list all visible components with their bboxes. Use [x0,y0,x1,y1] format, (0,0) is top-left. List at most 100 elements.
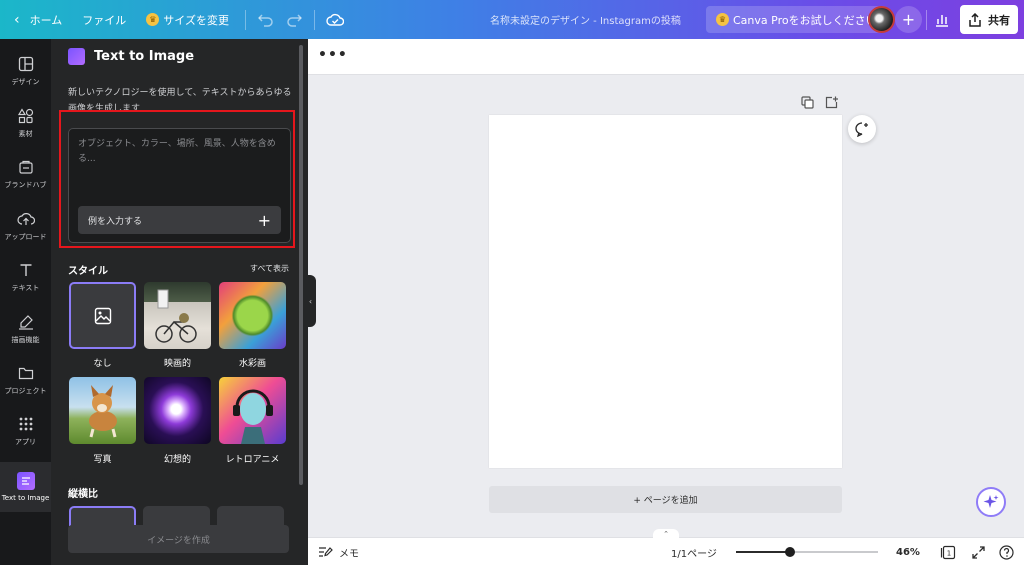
plus-icon: + [901,10,916,29]
pages-icon: 1 [940,545,956,560]
canvas-context-toolbar: ••• [308,39,1024,75]
style-tile-fantasy[interactable] [144,377,211,444]
help-button[interactable] [998,544,1014,560]
fullscreen-button[interactable] [970,544,986,560]
plus-icon: + [257,210,271,230]
notes-label: メモ [339,548,359,560]
fullscreen-icon [971,545,985,559]
rail-label: Text to Image [1,494,50,502]
resize-label: サイズを変更 [163,13,229,27]
document-title[interactable]: 名称未設定のデザイン - Instagramの投稿 [490,0,681,39]
rail-item-text-to-image[interactable]: Text to Image [0,462,51,512]
home-label: ホーム [29,13,63,27]
style-tile-watercolor[interactable] [219,282,286,349]
canva-pro-trial-button[interactable]: ♛ Canva Proをお試しください [706,6,887,33]
prompt-input[interactable] [69,129,290,199]
resize-button[interactable]: ♛ サイズを変更 [136,0,239,39]
aspect-ratio-title: 縦横比 [68,489,98,500]
rail-item-design[interactable]: デザイン [0,46,51,96]
pen-icon [17,313,35,331]
rail-item-apps[interactable]: アプリ [0,406,51,456]
text-to-image-icon [16,472,35,490]
home-button[interactable]: ‹ ホーム [0,0,72,39]
panel-scrollbar[interactable] [299,45,303,485]
style-tile-photo[interactable] [69,377,136,444]
style-section-title: スタイル [68,266,108,277]
panel-title-text: Text to Image [94,49,195,64]
add-page-above-button[interactable] [823,94,839,110]
rail-label: アップロード [4,233,47,241]
left-rail: デザイン 素材 ブランドハブ アップロード テキスト 描画機能 プロジェクト ア… [0,39,51,565]
page-grid-view-button[interactable]: 1 [940,544,956,560]
style-label: なし [93,359,112,369]
panel-title: Text to Image [68,48,194,65]
invite-plus-button[interactable]: + [895,6,922,33]
aspect-option-square[interactable] [69,506,136,526]
insights-button[interactable] [928,6,955,33]
style-label: 写真 [93,455,112,465]
zoom-percentage[interactable]: 46% [896,538,920,565]
more-options-icon[interactable]: ••• [318,47,348,63]
shapes-icon [17,107,35,125]
rail-label: ブランドハブ [4,181,47,189]
aspect-option-landscape[interactable] [217,506,284,526]
chevron-left-icon: ‹ [308,296,313,306]
toolbar-divider [313,9,315,30]
bar-chart-icon [935,14,948,27]
text-to-image-icon [68,48,85,65]
share-label: 共有 [988,13,1010,27]
redo-icon [287,13,302,27]
zoom-slider-knob[interactable] [785,547,795,557]
style-label: 水彩画 [238,359,266,369]
rail-item-brand-hub[interactable]: ブランドハブ [0,149,51,199]
create-image-button[interactable]: イメージを作成 [68,525,289,553]
user-avatar[interactable] [868,6,895,33]
zoom-slider[interactable] [736,547,878,557]
style-label: 幻想的 [163,455,191,465]
add-page-icon [825,96,838,108]
duplicate-page-button[interactable] [799,94,815,110]
sparkle-icon [983,495,999,508]
file-menu-button[interactable]: ファイル [72,0,136,39]
text-icon [17,261,35,279]
toolbar-divider [244,9,246,30]
rail-label: 素材 [18,130,33,138]
aspect-option-portrait[interactable] [143,506,210,526]
design-page[interactable] [489,115,842,468]
add-page-button[interactable]: + ページを追加 [489,486,842,513]
page-counter-button[interactable]: 1/1ページ [671,538,717,565]
headphones-portrait-icon [233,389,273,444]
example-label: 例を入力する [88,216,143,227]
apps-grid-icon [17,415,35,433]
share-button[interactable]: 共有 [960,5,1018,34]
redo-button[interactable] [280,6,308,34]
show-all-link[interactable]: すべて表示 [250,263,289,274]
panel-collapse-handle[interactable]: ‹ [305,275,316,327]
style-tile-retro-anime[interactable] [219,377,286,444]
toolbar-divider [926,10,927,30]
pro-trial-label: Canva Proをお試しください [733,13,877,27]
style-tile-none[interactable] [69,282,136,349]
rail-item-text[interactable]: テキスト [0,252,51,302]
rail-item-draw[interactable]: 描画機能 [0,304,51,354]
cloud-save-button[interactable] [321,6,349,34]
image-icon [94,307,111,324]
rail-label: プロジェクト [4,387,47,395]
undo-button[interactable] [252,6,280,34]
rail-label: テキスト [11,284,40,292]
style-tile-cinematic[interactable] [144,282,211,349]
crown-icon: ♛ [146,13,160,26]
file-label: ファイル [82,13,127,27]
cloud-upload-icon [16,210,35,228]
notes-button[interactable]: メモ [318,538,359,565]
rail-item-uploads[interactable]: アップロード [0,201,51,251]
rail-item-projects[interactable]: プロジェクト [0,355,51,405]
magic-assistant-button[interactable] [976,487,1006,517]
help-icon [998,544,1014,560]
add-comment-button[interactable] [848,115,876,143]
crown-icon: ♛ [716,13,729,26]
rail-item-elements[interactable]: 素材 [0,98,51,148]
style-label: 映画的 [163,359,191,369]
enter-example-button[interactable]: 例を入力する + [78,206,281,234]
comment-add-icon [855,122,868,137]
